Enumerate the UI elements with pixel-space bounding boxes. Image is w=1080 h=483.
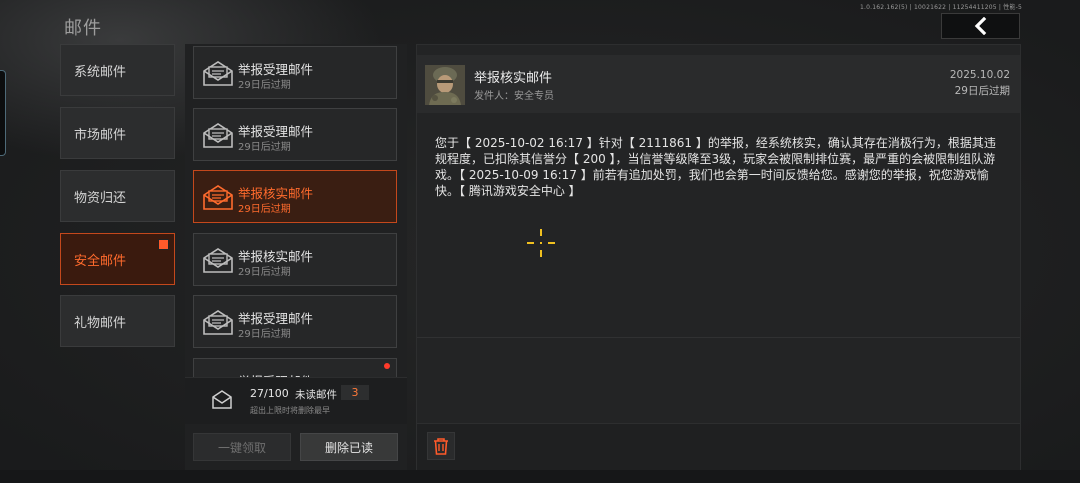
category-list: 系统邮件 市场邮件 物资归还 安全邮件 礼物邮件 <box>60 44 175 464</box>
unread-dot <box>384 363 390 369</box>
version-info: 1.0.162.162(5) | 10021622 | 11254411205 … <box>860 4 1022 11</box>
open-envelope-icon <box>203 248 233 273</box>
trash-icon <box>434 438 448 455</box>
divider <box>417 337 1020 338</box>
mail-expire: 29日后过期 <box>238 204 291 215</box>
open-envelope-icon <box>203 123 233 148</box>
mailbox-icon <box>212 390 232 409</box>
mail-expire: 29日后过期 <box>238 267 291 278</box>
crosshair-icon <box>527 229 555 257</box>
mail-expire: 29日后过期 <box>238 80 291 91</box>
detail-title: 举报核实邮件 <box>474 71 553 86</box>
open-envelope-icon <box>203 61 233 86</box>
category-market-mail[interactable]: 市场邮件 <box>60 107 175 159</box>
detail-date: 2025.10.02 <box>949 69 1010 81</box>
side-drawer-handle[interactable] <box>0 70 6 156</box>
mail-detail-header: 举报核实邮件 发件人：安全专员 2025.10.02 29日后过期 <box>417 55 1020 113</box>
category-gift-mail[interactable]: 礼物邮件 <box>60 295 175 347</box>
category-supply-return[interactable]: 物资归还 <box>60 170 175 222</box>
detail-body: 您于【 2025-10-02 16:17 】针对【 2111861 】的举报，经… <box>435 136 996 198</box>
detail-sender: 发件人：安全专员 <box>474 91 554 102</box>
mail-expire: 29日后过期 <box>238 329 291 340</box>
mail-count: 27/100 <box>250 387 289 400</box>
chevron-left-icon <box>974 17 986 35</box>
mail-item[interactable]: 举报受理邮件 29日后过期 <box>193 46 397 99</box>
category-label: 安全邮件 <box>74 253 127 269</box>
mail-list: 举报受理邮件 29日后过期 举报受理邮件 29日后过期 举报核实邮件 29日后过… <box>185 44 407 470</box>
mail-item[interactable]: 举报核实邮件 29日后过期 <box>193 233 397 286</box>
category-label: 物资归还 <box>74 190 127 206</box>
open-envelope-icon <box>203 185 233 210</box>
unread-label: 未读邮件 <box>295 389 337 401</box>
bottom-bar <box>0 470 1080 483</box>
back-button[interactable] <box>941 13 1020 39</box>
mail-expire: 29日后过期 <box>238 142 291 153</box>
detail-footer <box>417 423 1020 470</box>
category-label: 市场邮件 <box>74 127 127 143</box>
page-title: 邮件 <box>64 18 102 39</box>
detail-expire: 29日后过期 <box>954 85 1010 97</box>
category-security-mail[interactable]: 安全邮件 <box>60 233 175 285</box>
category-system-mail[interactable]: 系统邮件 <box>60 44 175 96</box>
sender-avatar <box>425 65 465 105</box>
overflow-note: 超出上限时将删除最早 <box>250 406 330 415</box>
mail-item[interactable]: 举报受理邮件 29日后过期 <box>193 108 397 161</box>
mail-item[interactable]: 举报受理邮件 29日后过期 <box>193 295 397 348</box>
category-label: 礼物邮件 <box>74 315 127 331</box>
mail-detail-panel: 举报核实邮件 发件人：安全专员 2025.10.02 29日后过期 您于【 20… <box>416 44 1021 470</box>
unread-count-badge: 3 <box>341 385 369 400</box>
delete-read-button[interactable]: 删除已读 <box>300 433 398 461</box>
claim-all-button[interactable]: 一键领取 <box>193 433 291 461</box>
open-envelope-icon <box>203 310 233 335</box>
mail-counter: 27/100 未读邮件 3 超出上限时将删除最早 <box>185 377 407 424</box>
category-label: 系统邮件 <box>74 64 127 80</box>
delete-mail-button[interactable] <box>427 432 455 460</box>
mail-item-selected[interactable]: 举报核实邮件 29日后过期 <box>193 170 397 223</box>
unread-indicator <box>158 239 169 250</box>
